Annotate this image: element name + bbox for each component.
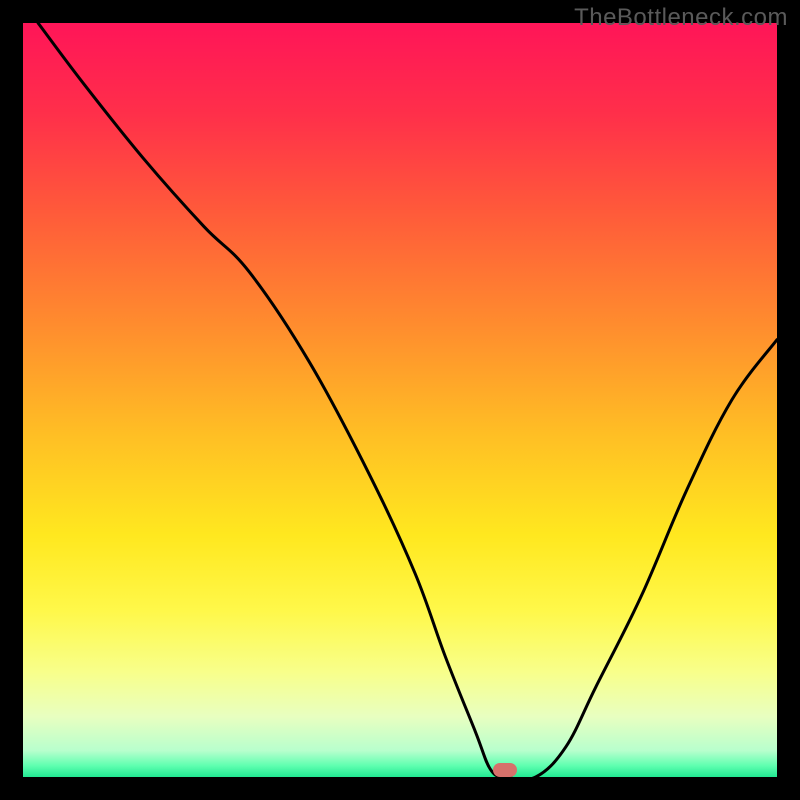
watermark-text: TheBottleneck.com [574,4,788,32]
chart-plot-area [23,23,777,777]
optimal-point-marker [493,763,517,777]
chart-frame: TheBottleneck.com [0,0,800,800]
chart-svg [23,23,777,777]
chart-background-gradient [23,23,777,777]
